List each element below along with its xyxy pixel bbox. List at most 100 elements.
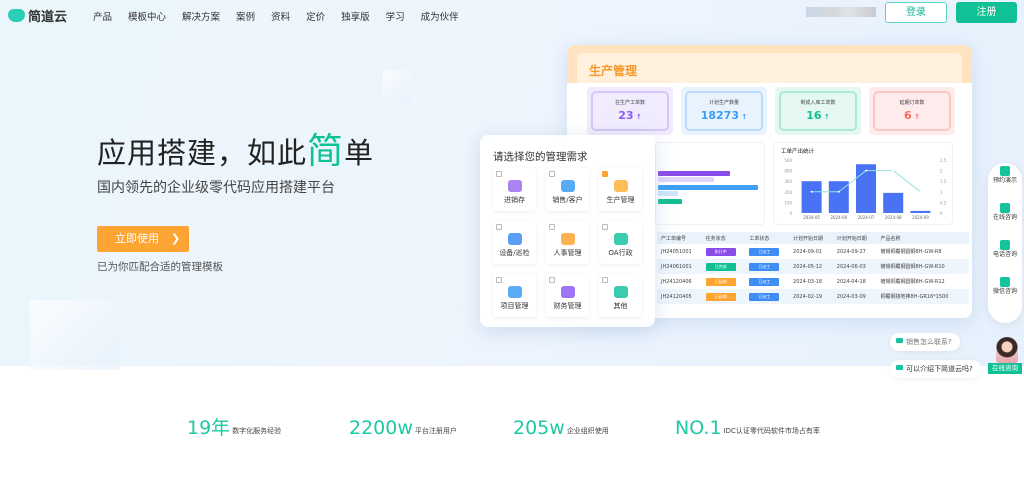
hbar — [658, 185, 758, 190]
checkbox[interactable] — [496, 224, 502, 230]
table-cell: 镀锡铜覆钢圆钢8H-GW-R8 — [880, 249, 942, 255]
register-button[interactable]: 注册 — [956, 2, 1017, 23]
start-button[interactable]: 立即使用 ❯ — [97, 226, 189, 252]
option-icon — [613, 286, 628, 298]
line-point — [810, 190, 813, 193]
nav-item[interactable]: 定价 — [306, 9, 325, 23]
nav-item[interactable]: 案例 — [236, 9, 255, 23]
stat-label: 企业组织使用 — [566, 427, 609, 435]
work-order-table: 产工单编号 任务状态 工单状态 计划开始日期 计划开始日期 产品名称 JH24051001 执… — [657, 232, 969, 304]
stat-number: 205w — [513, 417, 565, 439]
hero-hint: 已为你匹配合适的管理模板 — [97, 261, 223, 273]
table-cell: 铜覆钢接地棒8H-GR16*1500 — [876, 289, 969, 304]
status-badge: 执行中 — [705, 247, 736, 256]
checkbox[interactable] — [496, 171, 502, 177]
y2-tick-label: 1.5 — [940, 179, 947, 184]
chevron-right-icon: ❯ — [171, 232, 181, 245]
y-tick-label: 200 — [784, 190, 792, 195]
nav-menu: 产品 模板中心 解决方案 案例 资料 定价 独享版 学习 成为伙伴 — [93, 9, 475, 23]
table-cell: 2024-03-18 — [793, 278, 823, 285]
title-part: 应用搭建，如此 — [97, 136, 308, 170]
online-consult-badge[interactable]: 在线咨询 — [988, 363, 1022, 374]
stat-label: 平台注册用户 — [414, 427, 457, 435]
option-label: OA行政 — [608, 249, 633, 257]
option-card[interactable]: 人事管理 — [546, 221, 589, 264]
chart-panel: 工单产出统计 500 2.5 400 2 300 1.5 200 1 100 0.5 0 0 2024-… — [773, 142, 953, 225]
option-card[interactable]: 财务管理 — [546, 274, 589, 317]
option-icon — [560, 286, 575, 298]
kpi-inner: 延期订单数 6 ↑ — [873, 91, 951, 131]
login-button[interactable]: 登录 — [885, 2, 947, 23]
bar-panel — [655, 142, 765, 225]
column-header: 任务状态 — [701, 232, 746, 244]
option-card[interactable]: 设备/巡检 — [493, 221, 536, 264]
table-cell: JH24051001 — [661, 248, 692, 255]
table-cell: 2024-09-01 — [793, 248, 823, 255]
checkbox[interactable] — [549, 171, 555, 177]
kpi-value: 23 ↑ — [593, 109, 667, 122]
wechat-icon — [1000, 277, 1010, 287]
checkbox[interactable] — [602, 277, 608, 283]
nav-item[interactable]: 独享版 — [341, 9, 370, 23]
table-row[interactable]: JH24051001 执行中 已派工 2024-09-01 2024-09-27 镀锡铜覆… — [657, 244, 969, 259]
table-row[interactable]: JH24120406 已延期 已派工 2024-03-18 2024-04-18 镀锡铜覆… — [657, 274, 969, 289]
x-tick-label: 2024-07 — [858, 215, 875, 220]
line-point — [892, 169, 895, 172]
phone-consult-button[interactable]: 电话咨询 — [988, 237, 1022, 274]
online-consult-button[interactable]: 在线咨询 — [988, 200, 1022, 237]
nav-item[interactable]: 产品 — [93, 9, 112, 23]
nav-item[interactable]: 成为伙伴 — [421, 9, 459, 23]
checkbox[interactable] — [549, 277, 555, 283]
y2-tick-label: 0 — [940, 211, 943, 216]
stat-label: IDC认证零代码软件市场占有率 — [723, 427, 820, 435]
option-card[interactable]: 项目管理 — [493, 274, 536, 317]
table-cell: 2024-06-03 — [832, 259, 877, 274]
kpi-number: 18273 — [700, 109, 739, 122]
book-demo-button[interactable]: 预约演示 — [988, 163, 1022, 200]
table-row[interactable]: JH24061001 已完成 已派工 2024-05-12 2024-06-03 镀锡铜覆… — [657, 259, 969, 274]
chat-suggestion[interactable]: 可以介绍下简道云吗? — [890, 360, 981, 378]
kpi-number: 6 — [904, 109, 912, 122]
nav-item[interactable]: 学习 — [386, 9, 405, 23]
bar-line-chart: 500 2.5 400 2 300 1.5 200 1 100 0.5 0 0 2024-05 2024-… — [784, 158, 947, 220]
nav-item[interactable]: 模板中心 — [128, 9, 166, 23]
checkbox[interactable] — [496, 277, 502, 283]
kpi-value: 18273 ↑ — [687, 109, 761, 122]
arrow-up-icon: ↑ — [821, 113, 830, 121]
kpi-row: 在生产工单数 23 ↑ 计划生产数量 18273 ↑ 制成入库工单数 16 ↑ 延期订单数 6… — [587, 87, 955, 135]
checkbox[interactable] — [602, 171, 608, 177]
selector-title: 请选择您的管理需求 — [493, 151, 588, 163]
kpi-value: 6 ↑ — [875, 109, 949, 122]
kpi-card: 在生产工单数 23 ↑ — [587, 87, 673, 135]
line-point — [919, 190, 922, 193]
table-cell: 已派工 — [745, 289, 790, 304]
table-cell: 镀锡铜覆钢圆钢8H-GW-R12 — [880, 279, 945, 285]
table-cell: 已完成 — [701, 259, 746, 274]
table-row[interactable]: JH24120405 已延期 已派工 2024-02-19 2024-03-09 铜覆钢接… — [657, 289, 969, 304]
checkbox[interactable] — [549, 224, 555, 230]
logo[interactable]: 简道云 — [8, 6, 67, 25]
hero-title: 应用搭建，如此简单 — [97, 122, 374, 174]
chat-suggestion[interactable]: 销售怎么联系? — [890, 333, 960, 351]
status-badge: 已延期 — [705, 277, 736, 286]
wechat-consult-button[interactable]: 微信咨询 — [988, 274, 1022, 311]
table-cell: JH24120406 — [661, 278, 692, 285]
option-card[interactable]: OA行政 — [599, 221, 642, 264]
y2-tick-label: 1 — [940, 190, 943, 195]
option-card[interactable]: 其他 — [599, 274, 642, 317]
option-card[interactable]: 进销存 — [493, 168, 536, 211]
status-badge: 已派工 — [749, 262, 780, 271]
x-tick-label: 2024-09 — [912, 215, 929, 220]
decor-cube — [30, 300, 120, 370]
option-card[interactable]: 生产管理 — [599, 168, 642, 211]
option-card[interactable]: 销售/客户 — [546, 168, 589, 211]
nav-item[interactable]: 资料 — [271, 9, 290, 23]
arrow-up-icon: ↑ — [911, 113, 920, 121]
y-tick-label: 400 — [784, 169, 792, 174]
checkbox[interactable] — [602, 224, 608, 230]
top-nav: 简道云 产品 模板中心 解决方案 案例 资料 定价 独享版 学习 成为伙伴 登录… — [0, 0, 1024, 30]
hbar — [658, 191, 678, 196]
option-label: 销售/客户 — [552, 196, 583, 204]
agent-avatar[interactable] — [996, 337, 1018, 363]
nav-item[interactable]: 解决方案 — [182, 9, 220, 23]
